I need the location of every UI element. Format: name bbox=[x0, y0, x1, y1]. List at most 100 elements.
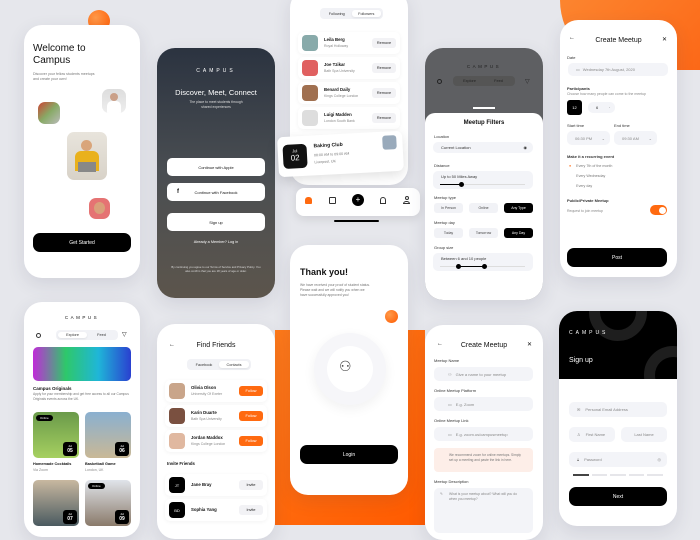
privacy-toggle[interactable] bbox=[650, 205, 667, 215]
remove-button[interactable]: Remove bbox=[372, 88, 396, 98]
filters-title: Meetup Filters bbox=[463, 120, 505, 126]
welcome-screen: Welcome to Campus Discover your fellow s… bbox=[24, 25, 140, 278]
platform-input[interactable]: ▭ E.g. Zoom bbox=[434, 397, 533, 411]
filter-icon[interactable]: ▽ bbox=[525, 78, 530, 85]
profile-icon[interactable] bbox=[403, 196, 410, 204]
distance-label: Distance bbox=[434, 163, 450, 168]
feature-concert-image[interactable] bbox=[33, 347, 131, 381]
create-online-meetup-screen: ← Create Meetup ✕ Meetup Name ⚇ Give a na… bbox=[425, 325, 543, 540]
participants-stepper[interactable]: 6 · bbox=[588, 102, 615, 113]
link-input[interactable]: ▭ E.g. zoom.us/campusmeetup bbox=[434, 427, 533, 441]
welcome-title-line1: Welcome to bbox=[33, 43, 86, 54]
event-card[interactable]: Jul 06 bbox=[85, 412, 131, 458]
meetup-name-placeholder: Give a name to your meetup bbox=[455, 371, 507, 377]
radio-option[interactable]: ● Every Wednesday bbox=[569, 174, 605, 178]
tab-feed[interactable]: Feed bbox=[87, 332, 116, 338]
start-time-select[interactable]: 06:30 PM ⌄ bbox=[567, 131, 610, 145]
password-strength-meter bbox=[573, 474, 663, 476]
event-card[interactable]: Online Jul 05 bbox=[33, 412, 79, 458]
close-icon[interactable]: ✕ bbox=[662, 36, 667, 43]
post-button[interactable]: Post bbox=[567, 248, 667, 267]
bell-icon[interactable] bbox=[380, 197, 386, 204]
follower-school: Kings College London bbox=[324, 94, 359, 98]
group-slider-max-thumb[interactable] bbox=[481, 264, 487, 269]
continue-apple-button[interactable]: Continue with Apple bbox=[167, 158, 265, 176]
follower-row: Leila Berg Royal Holloway Remove bbox=[298, 32, 400, 54]
follower-name: Luigi Madden bbox=[324, 112, 352, 117]
first-name-input[interactable]: ♙ First Name bbox=[569, 427, 615, 442]
find-friends-screen: ← Find Friends Facebook Contacts Olivia … bbox=[157, 324, 275, 539]
follow-button[interactable]: Follow bbox=[239, 436, 263, 446]
link-label: Online Meetup Link bbox=[434, 418, 469, 423]
description-textarea[interactable]: ✎ What is your meetup about? What will y… bbox=[434, 488, 533, 533]
login-tagline: The place to meet students through share… bbox=[157, 100, 275, 110]
home-icon[interactable] bbox=[305, 197, 312, 204]
remove-button[interactable]: Remove bbox=[372, 113, 396, 123]
type-chip-any[interactable]: Any Type bbox=[504, 203, 533, 213]
thank-you-title: Thank you! bbox=[300, 267, 349, 277]
tab-followers[interactable]: Followers bbox=[351, 10, 381, 17]
date-field[interactable]: ▭ Wednesday 7th August, 2020 bbox=[568, 63, 668, 76]
link-placeholder: E.g. zoom.us/campusmeetup bbox=[455, 431, 508, 437]
signup-button[interactable]: Sign up bbox=[167, 213, 265, 231]
meetup-name-input[interactable]: ⚇ Give a name to your meetup bbox=[434, 367, 533, 381]
distance-slider-thumb[interactable] bbox=[458, 182, 464, 187]
participants-count[interactable]: 12 bbox=[567, 100, 582, 115]
event-card[interactable]: Jul 07 bbox=[33, 480, 79, 526]
group-size-label: Group size bbox=[434, 245, 454, 250]
continue-facebook-button[interactable]: f Continue with Facebook bbox=[167, 183, 265, 201]
end-time-select[interactable]: 09:30 AM ⌄ bbox=[614, 131, 657, 145]
type-chip-in-person[interactable]: In Person bbox=[434, 203, 463, 213]
calendar-icon: ▭ bbox=[576, 67, 580, 72]
drag-handle[interactable] bbox=[473, 107, 495, 109]
location-value: Current Location bbox=[441, 145, 471, 150]
group-slider-fill bbox=[458, 265, 485, 267]
get-started-button[interactable]: Get Started bbox=[33, 233, 131, 252]
remove-button[interactable]: Remove bbox=[372, 63, 396, 73]
tab-facebook[interactable]: Facebook bbox=[189, 361, 219, 368]
follow-button[interactable]: Follow bbox=[239, 411, 263, 421]
filter-icon[interactable]: ▽ bbox=[122, 331, 127, 338]
close-icon[interactable]: ✕ bbox=[527, 341, 532, 348]
day-chip-any[interactable]: Any Day bbox=[504, 228, 533, 238]
friend-name: Karin Duarte bbox=[191, 410, 217, 415]
event-title: Basketball Game bbox=[85, 462, 116, 466]
radio-option[interactable]: ● Every 7th of the month bbox=[569, 164, 612, 168]
avatar bbox=[169, 408, 185, 424]
radio-option[interactable]: ● Every day bbox=[569, 184, 592, 188]
search-icon[interactable] bbox=[36, 333, 41, 338]
remove-button[interactable]: Remove bbox=[372, 38, 396, 48]
end-time-value: 09:30 AM bbox=[622, 135, 639, 141]
tab-contacts[interactable]: Contacts bbox=[219, 361, 249, 368]
follow-button[interactable]: Follow bbox=[239, 386, 263, 396]
location-field[interactable]: Current Location ◉ bbox=[433, 142, 533, 153]
email-input[interactable]: ✉ Personal Email Address bbox=[569, 402, 667, 417]
login-link[interactable]: Already a Member? Log in bbox=[157, 240, 275, 244]
day-chip-today[interactable]: Today bbox=[434, 228, 463, 238]
event-place: London, UK bbox=[85, 468, 104, 472]
calendar-icon[interactable] bbox=[329, 197, 336, 204]
tab-explore[interactable]: Explore bbox=[455, 78, 484, 84]
video-icon: ▭ bbox=[448, 431, 452, 437]
event-card[interactable]: Online Jul 09 bbox=[85, 480, 131, 526]
photo-woman-laptop bbox=[67, 132, 107, 180]
event-title: Baking Club bbox=[313, 141, 343, 150]
tab-explore[interactable]: Explore bbox=[58, 332, 87, 338]
login-button[interactable]: Login bbox=[300, 445, 398, 464]
radio-label: Every day bbox=[576, 184, 593, 188]
type-chip-online[interactable]: Online bbox=[469, 203, 498, 213]
invite-button[interactable]: Invite bbox=[239, 480, 263, 490]
avatar bbox=[169, 433, 185, 449]
search-icon[interactable] bbox=[437, 79, 442, 84]
last-name-input[interactable]: Last Name bbox=[621, 427, 667, 442]
eye-icon[interactable]: ◎ bbox=[658, 457, 662, 462]
event-card[interactable]: Jul 02 Baking Club 08:00 AM to 09:00 AM … bbox=[277, 130, 404, 178]
add-button[interactable]: + bbox=[352, 194, 364, 206]
end-time-label: End time bbox=[614, 123, 630, 128]
tab-feed[interactable]: Feed bbox=[484, 78, 513, 84]
password-input[interactable]: 🔒︎ Password ◎ bbox=[569, 452, 667, 467]
invite-button[interactable]: Invite bbox=[239, 505, 263, 515]
day-chip-tomorrow[interactable]: Tomorrow bbox=[469, 228, 498, 238]
next-button[interactable]: Next bbox=[569, 487, 667, 506]
tab-following[interactable]: Following bbox=[322, 10, 352, 17]
